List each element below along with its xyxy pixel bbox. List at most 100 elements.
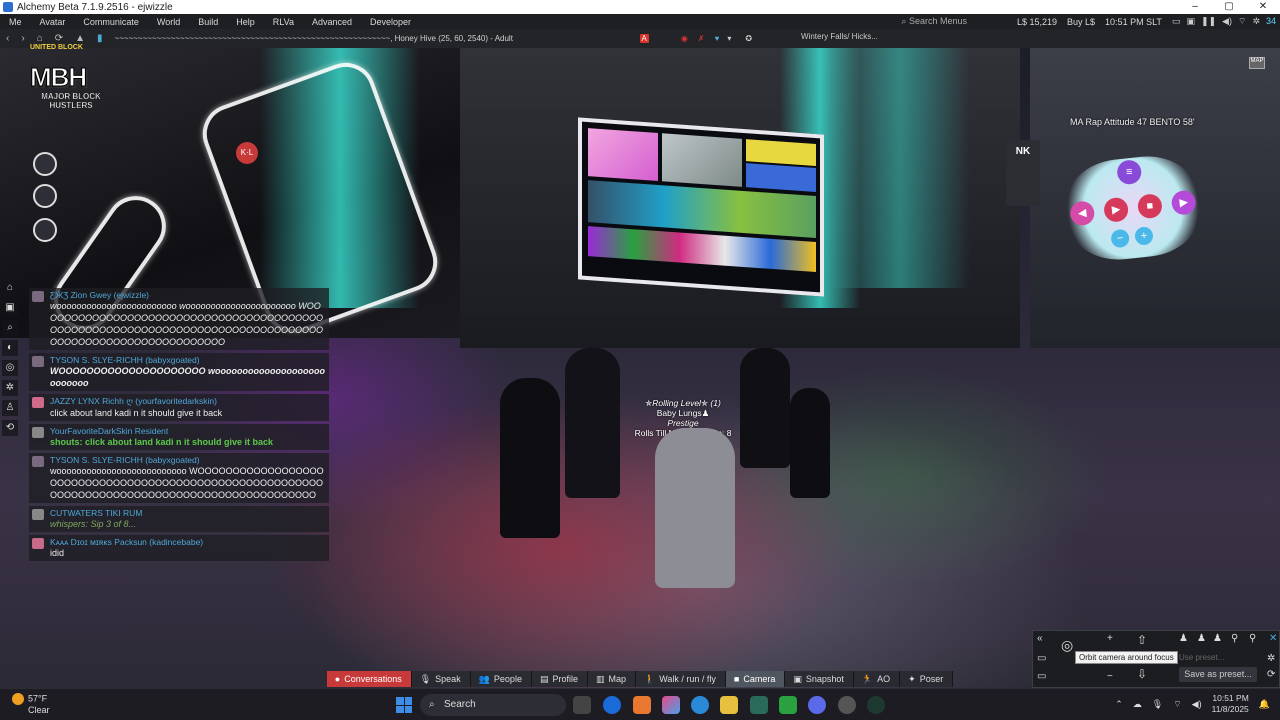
windows-start-button[interactable] — [396, 697, 412, 713]
previous-button[interactable]: ◀ — [1069, 200, 1096, 227]
close-button[interactable]: ✕ — [1246, 0, 1280, 14]
edge-icon[interactable] — [603, 696, 621, 714]
volume-up-button[interactable]: + — [1134, 226, 1154, 246]
camera-button[interactable]: ■ Camera — [725, 671, 786, 687]
search-menus-field[interactable]: ⌕ Search Menus — [901, 16, 967, 27]
profile-button[interactable]: ▤ Profile — [531, 671, 588, 687]
forward-arrow-icon[interactable]: › — [21, 33, 24, 44]
conversations-button[interactable]: ● Conversations — [326, 671, 412, 687]
buy-currency-button[interactable]: Buy L$ — [1067, 17, 1095, 27]
chat-message[interactable]: Kᴀᴀᴀ Dɪᴏɪ ᴍɪʀᴋs Packsun (kadincebabe) id… — [29, 535, 329, 561]
chat-sender[interactable]: ƸӜƷ Zion Gwey (ejwizzle) — [50, 290, 325, 300]
menu-build[interactable]: Build — [189, 17, 227, 27]
minimize-button[interactable]: – — [1178, 0, 1212, 14]
avatar-figure[interactable] — [740, 348, 790, 468]
menu-rlva[interactable]: RLVa — [264, 17, 303, 27]
linden-balance[interactable]: L$ 15,219 — [1017, 17, 1057, 27]
avatar-figure[interactable] — [500, 378, 560, 538]
file-explorer-icon[interactable] — [720, 696, 738, 714]
weather-widget[interactable]: 57°F Clear — [12, 693, 50, 715]
orbit-joystick[interactable]: ◎ — [1061, 637, 1073, 654]
alchemy-taskbar-icon[interactable] — [750, 696, 768, 714]
home-icon[interactable]: ⌂ — [37, 33, 43, 44]
chat-message[interactable]: ƸӜƷ Zion Gwey (ejwizzle) ᴡᴏᴏᴏᴏᴏᴏᴏᴏᴏᴏᴏᴏᴏᴏ… — [29, 288, 329, 350]
refresh-icon[interactable]: ⟳ — [55, 33, 63, 44]
browser-icon[interactable] — [691, 696, 709, 714]
taskbar-search[interactable]: ⌕ Search — [420, 694, 566, 716]
mic-icon[interactable]: 🎙 — [1152, 699, 1163, 710]
next-button[interactable]: ▶ — [1170, 189, 1197, 216]
settings-taskbar-icon[interactable] — [838, 696, 856, 714]
copilot-icon[interactable] — [662, 696, 680, 714]
chat-message[interactable]: TYSON S. SLYE-RICHH (babyxgoated) ᴡᴏᴏᴏᴏᴏ… — [29, 453, 329, 503]
settings-icon[interactable]: ✲ — [2, 380, 18, 396]
lamp-icon[interactable]: ◐ — [2, 340, 18, 356]
landmark-icon[interactable]: ▲ — [75, 33, 85, 44]
menu-developer[interactable]: Developer — [361, 17, 420, 27]
notification-bell-icon[interactable]: 🔔 — [1259, 699, 1270, 710]
people-button[interactable]: 👥 People — [470, 671, 532, 687]
volume-down-button[interactable]: − — [1110, 228, 1131, 249]
parcel-info-icon[interactable]: ▮ — [97, 33, 103, 44]
hud-shirt-button[interactable] — [33, 152, 57, 176]
chat-sender[interactable]: TYSON S. SLYE-RICHH (babyxgoated) — [50, 455, 325, 465]
menu-world[interactable]: World — [148, 17, 189, 27]
tv-screen[interactable] — [578, 117, 824, 297]
discord-icon[interactable] — [808, 696, 826, 714]
avatar-figure[interactable] — [790, 388, 830, 498]
maximize-button[interactable]: ▢ — [1212, 0, 1246, 14]
chat-message[interactable]: JAZZY LYNX Richh ღ (yourfavoritedarkskin… — [29, 394, 329, 421]
poser-button[interactable]: ✦ Poser — [900, 671, 954, 687]
chat-sender[interactable]: YourFavoriteDarkSkin Resident — [50, 426, 325, 436]
nk-phone-hud[interactable]: NK — [1006, 140, 1040, 206]
free-camera-icon[interactable]: ⚲ — [1249, 633, 1256, 644]
appearance-icon[interactable]: ♙ — [2, 400, 18, 416]
pause-icon[interactable]: ❚❚ — [1201, 16, 1216, 27]
build-icon[interactable]: ⌂ — [2, 280, 18, 296]
chat-sender[interactable]: JAZZY LYNX Richh ღ (yourfavoritedarkskin… — [50, 396, 325, 407]
map-button[interactable]: ▥ Map — [587, 671, 637, 687]
volume-icon[interactable]: ◀) — [1192, 699, 1202, 710]
camera-view-icon[interactable]: ▭ — [1037, 653, 1046, 664]
collapse-icon[interactable]: « — [1037, 633, 1043, 644]
chevron-up-icon[interactable]: ⌃ — [1115, 699, 1123, 710]
history-icon[interactable]: ⟲ — [2, 420, 18, 436]
wifi-icon[interactable]: ⌔ — [1238, 16, 1246, 27]
chevron-down-icon[interactable]: ▾ — [727, 34, 731, 43]
menu-avatar[interactable]: Avatar — [31, 17, 75, 27]
chat-message[interactable]: CUTWATERS TIKI RUM whispers: Sip 3 of 8.… — [29, 506, 329, 532]
avatar-figure[interactable] — [655, 428, 735, 588]
hud-red-badge-icon[interactable]: K·L — [236, 142, 258, 164]
preset-front-icon[interactable]: ♟ — [1197, 633, 1206, 644]
favorite-heart-icon[interactable]: ♥ — [715, 34, 720, 43]
menu-communicate[interactable]: Communicate — [74, 17, 148, 27]
task-view-icon[interactable] — [573, 696, 591, 714]
radar-icon[interactable]: ◎ — [2, 360, 18, 376]
pick-icon[interactable]: ✪ — [745, 34, 752, 43]
hud-emblem-button[interactable] — [33, 184, 57, 208]
playlist-button[interactable]: ≡ — [1116, 159, 1143, 186]
preset-side-icon[interactable]: ♟ — [1213, 633, 1222, 644]
chat-sender[interactable]: CUTWATERS TIKI RUM — [50, 508, 325, 518]
object-view-icon[interactable]: ⚲ — [1231, 633, 1238, 644]
media-icon[interactable]: ▣ — [1186, 16, 1195, 27]
menu-help[interactable]: Help — [227, 17, 264, 27]
close-floater-icon[interactable]: ✕ — [1269, 633, 1277, 644]
play-button[interactable]: ▶ — [1102, 196, 1130, 223]
location-field[interactable]: ~~~~~~~~~~~~~~~~~~~~~~~~~~~~~~~~~~~~~~~~… — [115, 34, 637, 43]
cloud-icon[interactable]: ☁ — [1133, 699, 1142, 710]
speak-button[interactable]: 🎙 Speak — [411, 671, 471, 687]
stop-button[interactable]: ■ — [1136, 193, 1164, 220]
walk-run-fly-button[interactable]: 🚶 Walk / run / fly — [636, 671, 726, 687]
mbh-hud-logo[interactable]: UNITED BLOCK MBH MAJOR BLOCK HUSTLERS — [26, 44, 118, 114]
back-arrow-icon[interactable]: ‹ — [6, 33, 9, 44]
minimap-toggle[interactable]: MAP — [1249, 57, 1265, 69]
gear-icon[interactable]: ✲ — [1252, 16, 1260, 27]
hud-dice-button[interactable] — [33, 218, 57, 242]
zoom-in-icon[interactable]: + — [1107, 633, 1113, 644]
search-icon[interactable]: ⌕ — [2, 320, 18, 336]
no-push-icon[interactable]: ✗ — [698, 34, 705, 43]
app-icon[interactable] — [633, 696, 651, 714]
chat-message[interactable]: YourFavoriteDarkSkin Resident shouts: cl… — [29, 424, 329, 450]
inventory-icon[interactable]: ▣ — [2, 300, 18, 316]
